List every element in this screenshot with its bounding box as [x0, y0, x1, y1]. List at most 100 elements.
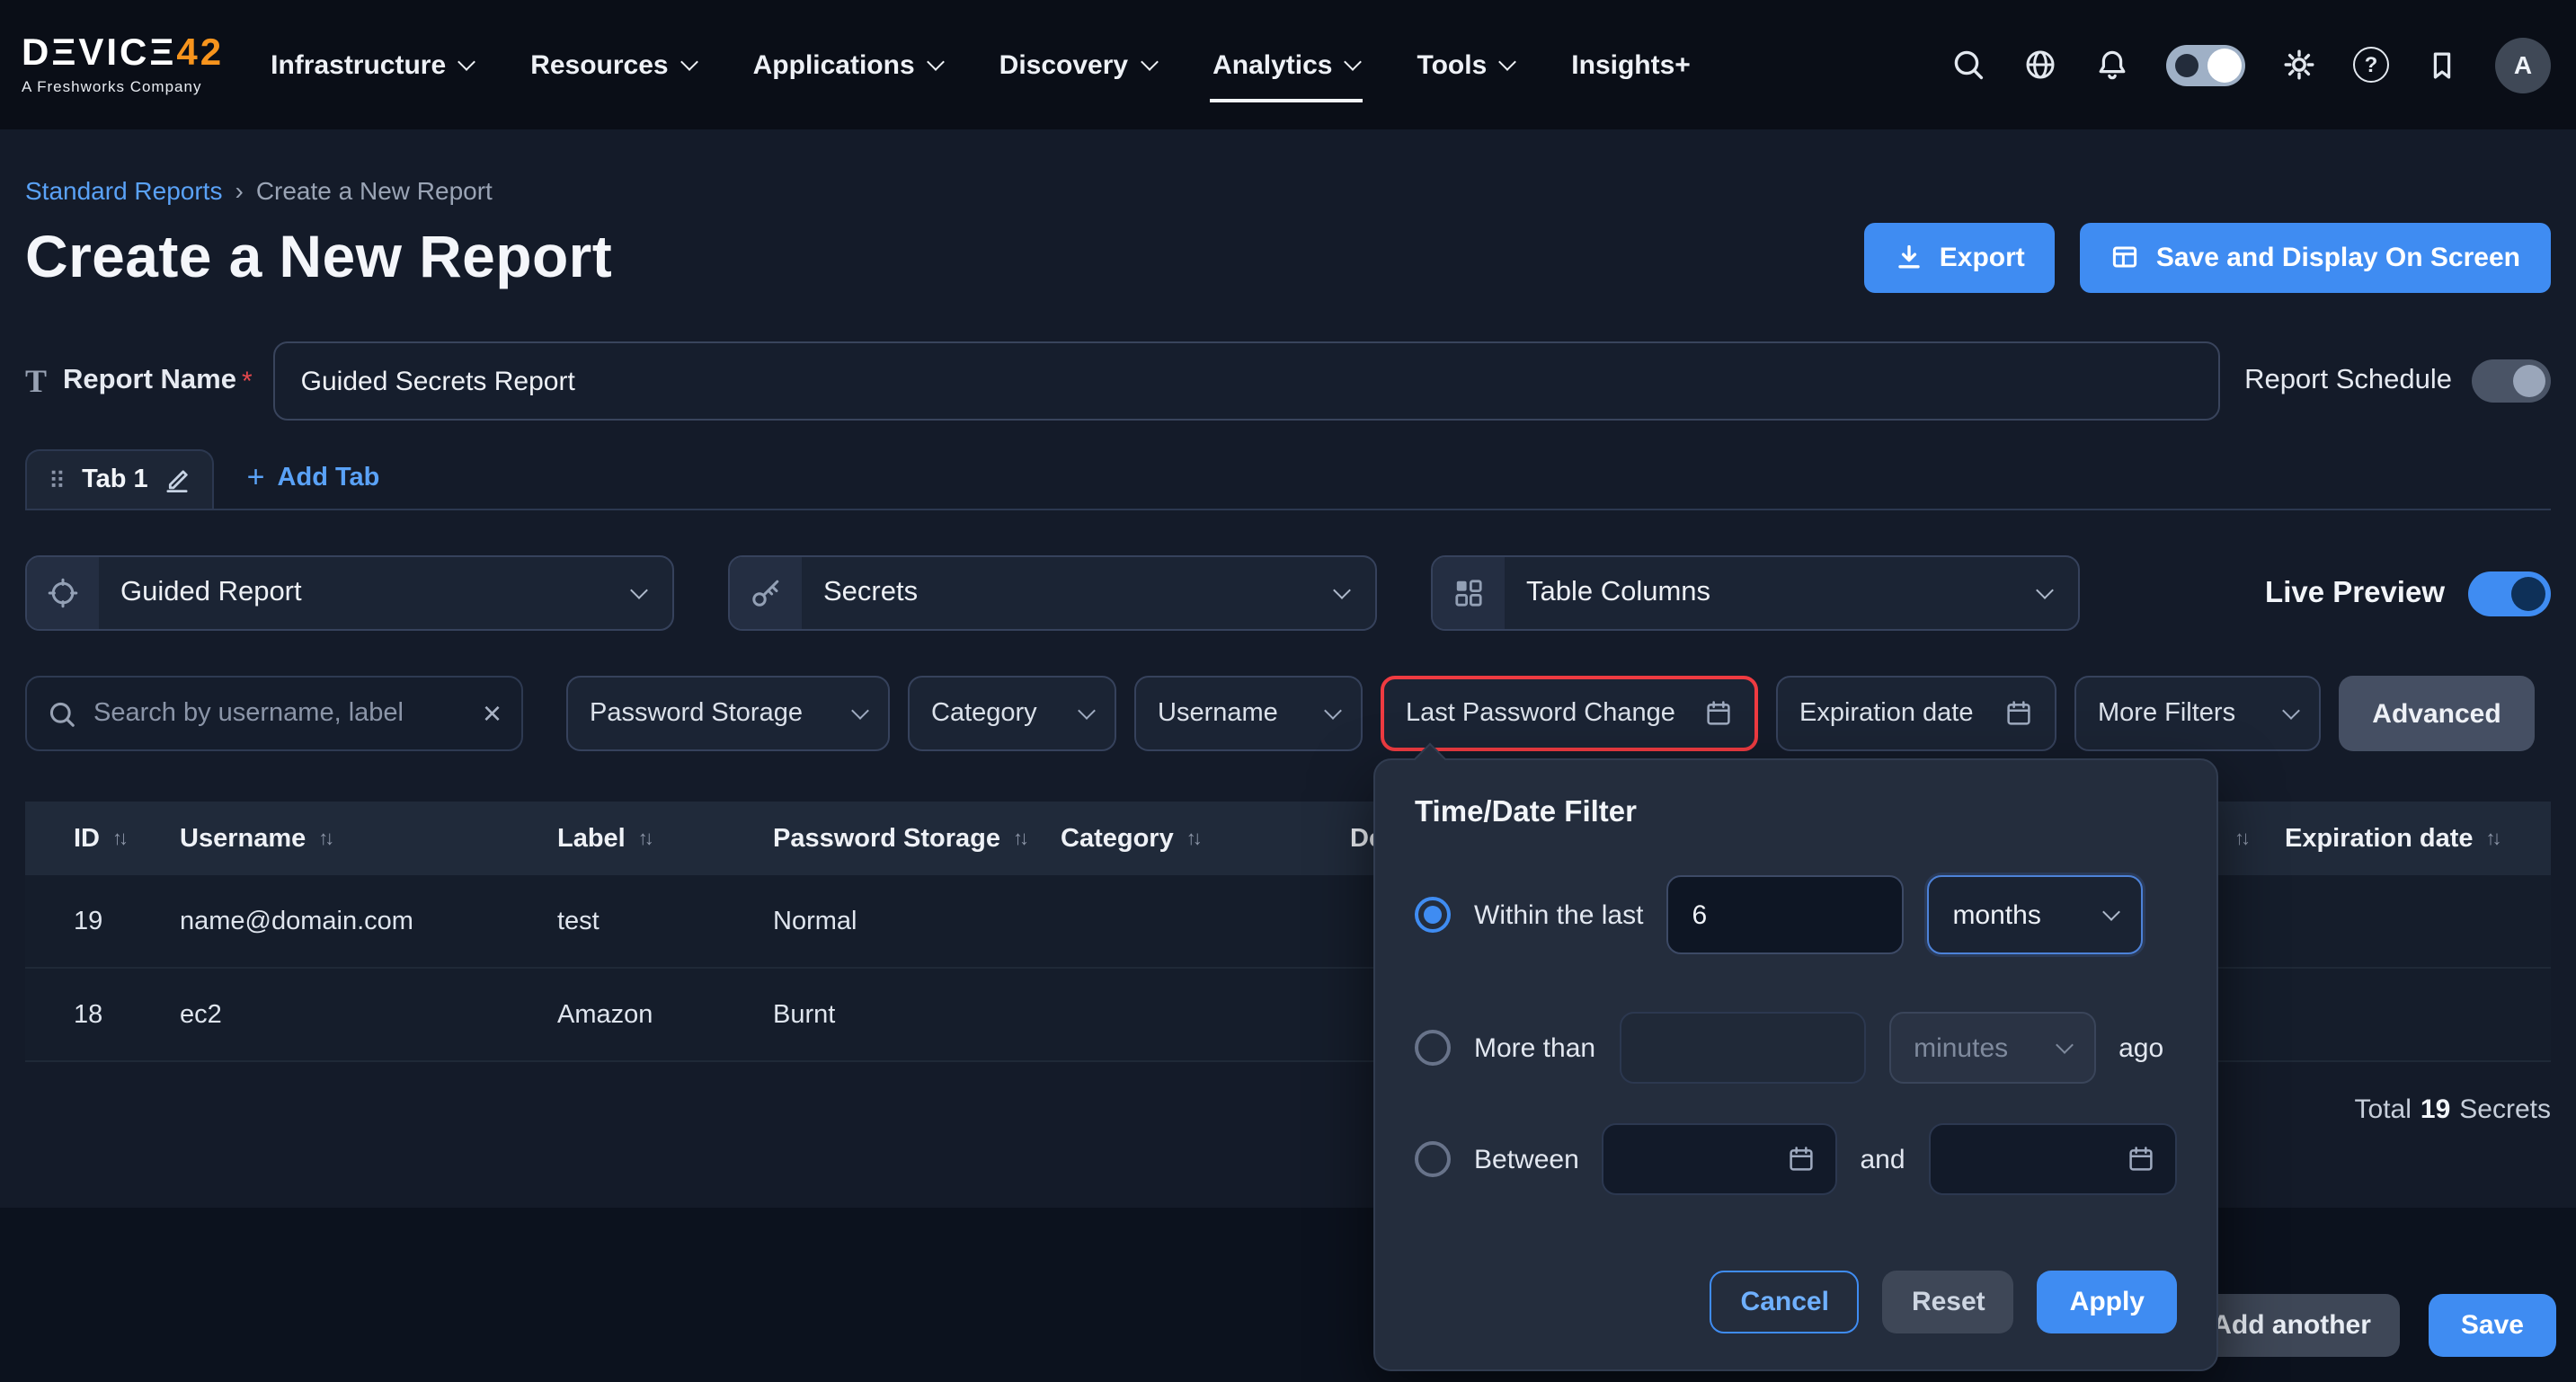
column-header-hidden[interactable]: ↑↓	[2234, 828, 2285, 849]
advanced-button[interactable]: Advanced	[2339, 676, 2535, 751]
column-header-label[interactable]: Label ↑↓	[557, 824, 773, 853]
help-icon[interactable]: ?	[2353, 47, 2389, 83]
filter-password-storage[interactable]: Password Storage	[566, 676, 890, 751]
more-than-radio[interactable]	[1415, 1030, 1451, 1066]
filter-expiration-date[interactable]: Expiration date	[1776, 676, 2056, 751]
chevron-down-icon	[851, 701, 869, 719]
popup-actions: Cancel Reset Apply	[1415, 1271, 2177, 1333]
more-than-unit-select[interactable]: minutes	[1888, 1012, 2095, 1084]
report-name-input[interactable]	[274, 341, 2219, 421]
top-navbar: DΞVICΞ42 A Freshworks Company Infrastruc…	[0, 0, 2576, 129]
column-label: ID	[74, 824, 100, 853]
nav-item-infrastructure[interactable]: Infrastructure	[271, 0, 473, 129]
column-header-username[interactable]: Username ↑↓	[180, 824, 557, 853]
nav-item-label: Discovery	[999, 49, 1128, 80]
filter-username[interactable]: Username	[1134, 676, 1363, 751]
theme-toggle[interactable]	[2166, 44, 2245, 85]
column-header-password-storage[interactable]: Password Storage ↑↓	[773, 824, 1061, 853]
gear-icon[interactable]	[2281, 47, 2317, 83]
device42-logo[interactable]: DΞVICΞ42 A Freshworks Company	[22, 34, 224, 95]
calendar-icon	[2127, 1145, 2155, 1174]
within-last-value-input[interactable]	[1666, 875, 1904, 954]
nav-item-resources[interactable]: Resources	[530, 0, 695, 129]
between-end-date-input[interactable]	[1929, 1123, 2177, 1195]
bookmark-icon[interactable]	[2425, 48, 2459, 82]
filter-label: Username	[1158, 699, 1278, 728]
chevron-down-icon	[1324, 701, 1342, 719]
save-display-label: Save and Display On Screen	[2156, 242, 2520, 272]
filter-label: Category	[931, 699, 1037, 728]
calendar-icon	[1786, 1145, 1815, 1174]
header-actions: Export Save and Display On Screen	[1864, 222, 2551, 292]
column-header-category[interactable]: Category ↑↓	[1061, 824, 1350, 853]
add-another-label: Add another	[2212, 1310, 2371, 1341]
filter-label: Last Password Change	[1406, 699, 1675, 728]
add-tab-button[interactable]: + Add Tab	[247, 462, 380, 509]
between-label: Between	[1474, 1144, 1579, 1174]
live-preview-toggle[interactable]	[2468, 571, 2551, 616]
within-last-row: Within the last months	[1415, 875, 2177, 954]
chevron-down-icon	[1078, 701, 1096, 719]
export-button[interactable]: Export	[1864, 222, 2056, 292]
column-label: Password Storage	[773, 824, 1000, 853]
filter-more-filters[interactable]: More Filters	[2074, 676, 2321, 751]
report-type-select[interactable]: Guided Report	[25, 555, 674, 631]
total-value: 19	[2421, 1094, 2450, 1125]
table-icon	[2111, 243, 2140, 271]
nav-item-label: Resources	[530, 49, 668, 80]
between-radio[interactable]	[1415, 1141, 1451, 1177]
within-last-unit-select[interactable]: months	[1927, 875, 2143, 954]
tab-1[interactable]: ⠿ Tab 1	[25, 449, 215, 509]
column-header-expiration-date[interactable]: Expiration date ↑↓	[2285, 824, 2551, 853]
report-type-value: Guided Report	[120, 577, 302, 609]
search-input[interactable]	[93, 699, 466, 728]
filter-label: Password Storage	[590, 699, 803, 728]
nav-item-insights[interactable]: Insights+	[1571, 0, 1691, 129]
edit-tab-icon[interactable]	[164, 466, 191, 493]
apply-button[interactable]: Apply	[2038, 1271, 2177, 1333]
apply-label: Apply	[2070, 1287, 2145, 1317]
chevron-down-icon	[2103, 902, 2121, 920]
user-avatar[interactable]: A	[2495, 37, 2551, 93]
save-and-display-button[interactable]: Save and Display On Screen	[2081, 222, 2551, 292]
chevron-down-icon	[1345, 52, 1363, 70]
avatar-initial: A	[2514, 50, 2532, 79]
nav-item-tools[interactable]: Tools	[1417, 0, 1515, 129]
object-type-value: Secrets	[823, 577, 918, 609]
globe-icon[interactable]	[2022, 47, 2058, 83]
search-icon[interactable]	[1950, 47, 1986, 83]
key-icon	[730, 557, 802, 629]
filter-last-password-change[interactable]: Last Password Change	[1381, 676, 1758, 751]
sort-icon: ↑↓	[1013, 828, 1026, 849]
nav-item-discovery[interactable]: Discovery	[999, 0, 1155, 129]
sort-icon: ↑↓	[2486, 828, 2499, 849]
toggle-knob	[2207, 48, 2242, 82]
cell-label: test	[557, 907, 773, 935]
nav-item-label: Infrastructure	[271, 49, 446, 80]
cancel-button[interactable]: Cancel	[1710, 1271, 1860, 1333]
column-label: Expiration date	[2285, 824, 2474, 853]
breadcrumb-current: Create a New Report	[256, 176, 493, 205]
bell-icon[interactable]	[2094, 47, 2130, 83]
chevron-down-icon	[1333, 580, 1351, 598]
nav-item-analytics[interactable]: Analytics	[1212, 0, 1359, 129]
breadcrumb-link-standard-reports[interactable]: Standard Reports	[25, 176, 222, 205]
reset-button[interactable]: Reset	[1883, 1271, 2014, 1333]
table-columns-select[interactable]: Table Columns	[1431, 555, 2080, 631]
object-type-select[interactable]: Secrets	[728, 555, 1377, 631]
required-asterisk: *	[242, 366, 253, 396]
between-start-date-input[interactable]	[1603, 1123, 1837, 1195]
filter-category[interactable]: Category	[908, 676, 1116, 751]
nav-item-applications[interactable]: Applications	[753, 0, 942, 129]
export-label: Export	[1940, 242, 2025, 272]
between-row: Between and	[1415, 1123, 2177, 1195]
question-glyph: ?	[2365, 52, 2378, 77]
search-icon	[47, 698, 77, 729]
save-button[interactable]: Save	[2429, 1294, 2556, 1357]
within-last-radio[interactable]	[1415, 897, 1451, 933]
clear-search-icon[interactable]: ×	[483, 697, 502, 730]
column-header-id[interactable]: ID ↑↓	[25, 824, 180, 853]
more-than-value-input[interactable]	[1619, 1012, 1865, 1084]
ago-label: ago	[2119, 1032, 2163, 1063]
report-schedule-toggle[interactable]	[2472, 359, 2551, 403]
